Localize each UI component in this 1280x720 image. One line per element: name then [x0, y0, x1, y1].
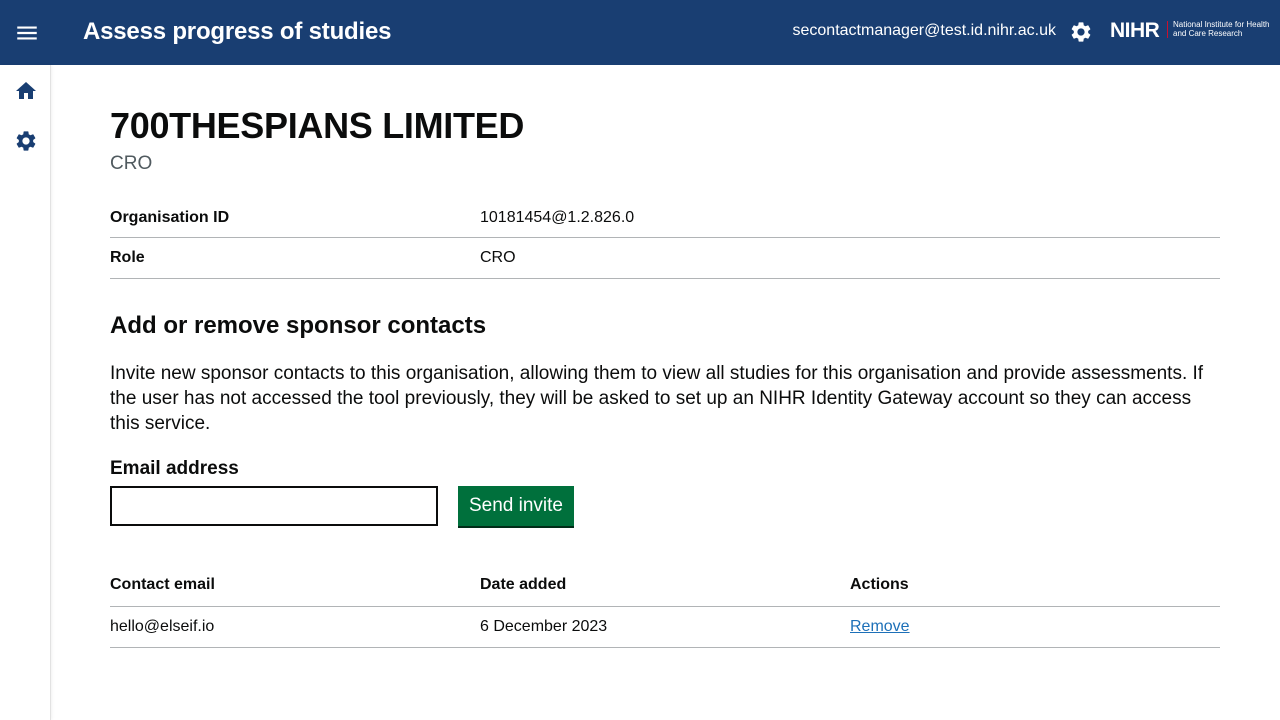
- org-caption: CRO: [110, 153, 153, 174]
- column-header: Actions: [850, 564, 1220, 607]
- section-heading: Add or remove sponsor contacts: [110, 312, 487, 339]
- main-content: 700THESPIANS LIMITED CRO Organisation ID…: [110, 105, 1220, 648]
- contact-email: hello@elseif.io: [110, 606, 480, 648]
- column-header: Date added: [480, 564, 850, 607]
- gear-icon[interactable]: [14, 129, 38, 153]
- remove-link[interactable]: Remove: [850, 618, 910, 635]
- summary-key: Organisation ID: [110, 208, 230, 226]
- nihr-logo[interactable]: NIHR National Institute for Health and C…: [1110, 18, 1270, 46]
- summary-value: CRO: [480, 249, 516, 266]
- table-header-row: Contact email Date added Actions: [110, 564, 1220, 607]
- column-header: Contact email: [110, 564, 480, 607]
- invite-form: Send invite: [110, 486, 1220, 526]
- logo-mark: NIHR: [1110, 19, 1160, 42]
- menu-icon[interactable]: [14, 20, 40, 46]
- email-field[interactable]: [110, 486, 438, 526]
- home-icon[interactable]: [14, 79, 38, 103]
- summary-key: Role: [110, 249, 145, 266]
- page-title: 700THESPIANS LIMITED: [110, 105, 525, 146]
- side-navigation: [0, 65, 51, 720]
- logo-divider: [1167, 21, 1168, 38]
- email-label: Email address: [110, 458, 239, 479]
- section-description: Invite new sponsor contacts to this orga…: [110, 363, 1204, 434]
- top-header: Assess progress of studies secontactmana…: [0, 0, 1280, 65]
- app-title[interactable]: Assess progress of studies: [83, 18, 391, 46]
- gear-icon[interactable]: [1069, 20, 1093, 44]
- send-invite-button[interactable]: Send invite: [458, 486, 574, 526]
- contacts-table: Contact email Date added Actions hello@e…: [110, 564, 1220, 648]
- table-row: hello@elseif.io 6 December 2023 Remove: [110, 606, 1220, 648]
- summary-row-organisation-id: Organisation ID 10181454@1.2.826.0: [110, 198, 1220, 238]
- user-email: secontactmanager@test.id.nihr.ac.uk: [792, 22, 1057, 39]
- actions-cell: Remove: [850, 606, 1220, 648]
- date-added: 6 December 2023: [480, 606, 850, 648]
- organisation-summary: Organisation ID 10181454@1.2.826.0 Role …: [110, 198, 1220, 279]
- logo-text: National Institute for Health and Care R…: [1173, 20, 1270, 38]
- summary-value: 10181454@1.2.826.0: [480, 208, 635, 226]
- summary-row-role: Role CRO: [110, 238, 1220, 279]
